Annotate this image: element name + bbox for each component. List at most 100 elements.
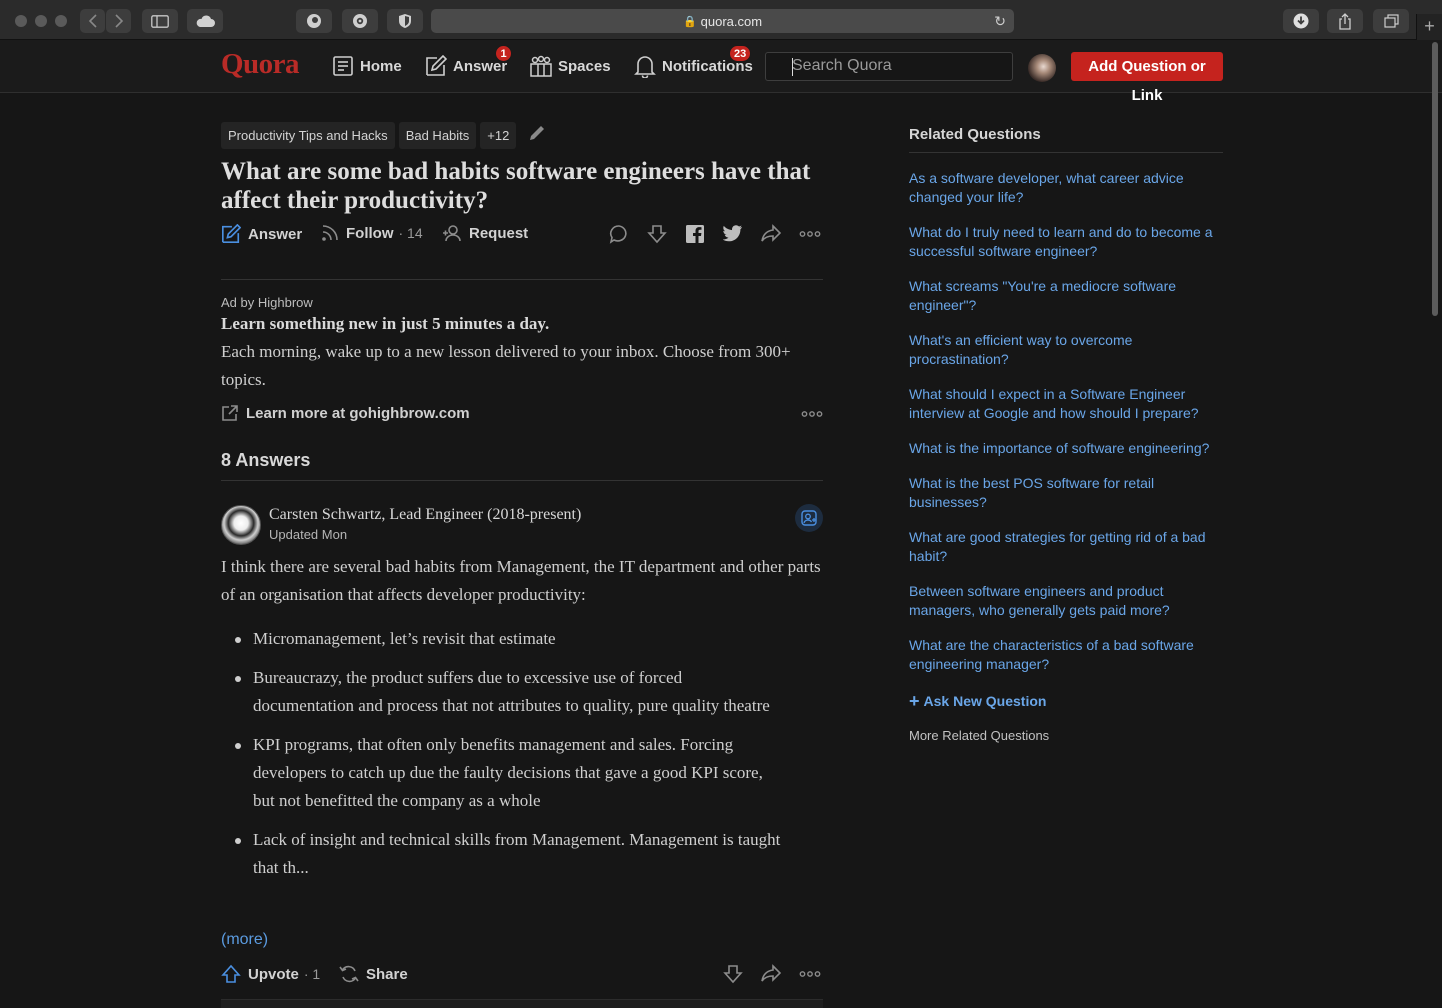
- share-label: Share: [366, 965, 408, 983]
- topic-tags: Productivity Tips and Hacks Bad Habits +…: [221, 122, 546, 149]
- downvote-icon[interactable]: [647, 224, 667, 249]
- tab-overview-button[interactable]: [1373, 9, 1409, 33]
- share-page-button[interactable]: [1327, 9, 1363, 33]
- answers-count: 8 Answers: [221, 450, 311, 470]
- back-button[interactable]: [80, 9, 105, 33]
- answer-badge: 1: [495, 45, 512, 62]
- upvote-count: · 1: [303, 966, 321, 982]
- answer-intro: I think there are several bad habits fro…: [221, 557, 821, 604]
- follow-author-button[interactable]: [795, 504, 823, 532]
- extension-button-2[interactable]: [342, 9, 378, 33]
- comment-icon[interactable]: [609, 224, 629, 249]
- upvote-icon: [221, 964, 241, 983]
- more-related-link[interactable]: More Related Questions: [909, 728, 1049, 743]
- related-question-link[interactable]: What are good strategies for getting rid…: [909, 528, 1223, 566]
- answer-pen-icon: [426, 55, 447, 76]
- notifications-badge: 23: [729, 45, 752, 62]
- address-bar[interactable]: 🔒 quora.com ↻: [431, 9, 1014, 33]
- section-divider: [221, 279, 823, 280]
- chevron-right-icon: [114, 14, 123, 28]
- nav-notifications[interactable]: Notifications 23: [634, 45, 753, 80]
- shield-icon: [399, 14, 411, 28]
- new-tab-button[interactable]: +: [1416, 14, 1442, 40]
- more-options-icon[interactable]: [799, 964, 821, 989]
- forward-button[interactable]: [106, 9, 131, 33]
- cloud-icon: [196, 15, 215, 27]
- share-arrow-icon[interactable]: [761, 224, 782, 247]
- nav-spaces-label: Spaces: [558, 57, 611, 75]
- share-button[interactable]: Share: [339, 964, 408, 984]
- related-question-link[interactable]: What is the best POS software for retail…: [909, 474, 1223, 512]
- related-question-link[interactable]: What do I truly need to learn and do to …: [909, 223, 1223, 261]
- download-icon: [1293, 13, 1309, 29]
- related-question-link[interactable]: What is the importance of software engin…: [909, 439, 1223, 458]
- share-icon: [1339, 12, 1351, 30]
- answer-date: Updated Mon: [269, 527, 348, 542]
- ad-sponsor-label: Ad by Highbrow: [221, 295, 313, 310]
- lock-icon: 🔒: [682, 15, 697, 28]
- nav-answer[interactable]: Answer 1: [425, 45, 512, 80]
- close-window-button[interactable]: [15, 15, 27, 27]
- related-question-link[interactable]: What's an efficient way to overcome proc…: [909, 331, 1223, 369]
- request-button-label: Request: [469, 224, 529, 242]
- extension-button-1[interactable]: [296, 9, 332, 33]
- icloud-tabs-button[interactable]: [187, 9, 223, 33]
- request-button[interactable]: Request: [442, 224, 528, 242]
- answer-body: I think there are several bad habits fro…: [221, 553, 821, 893]
- rss-follow-icon: [322, 225, 338, 241]
- facebook-icon[interactable]: [685, 224, 705, 249]
- topic-tag[interactable]: Bad Habits: [398, 122, 477, 149]
- page-scrollbar[interactable]: [1432, 42, 1438, 316]
- sidebar-divider: [909, 152, 1223, 153]
- quora-logo[interactable]: Quora: [221, 48, 300, 81]
- answer-pen-icon: [222, 224, 241, 243]
- ask-new-question-link[interactable]: + Ask New Question: [909, 691, 1046, 711]
- plus-icon: +: [909, 691, 920, 711]
- answer-actions: Upvote · 1 Share: [221, 964, 823, 988]
- spaces-icon: [530, 55, 552, 77]
- add-question-button[interactable]: Add Question or Link: [1071, 52, 1223, 104]
- related-question-link[interactable]: Between software engineers and product m…: [909, 582, 1223, 620]
- nav-spaces[interactable]: Spaces: [530, 52, 611, 80]
- browser-toolbar: 🔒 quora.com ↻ +: [0, 0, 1442, 40]
- ad-title[interactable]: Learn something new in just 5 minutes a …: [221, 314, 549, 334]
- related-question-link[interactable]: What screams "You're a mediocre software…: [909, 277, 1223, 315]
- ad-link[interactable]: Learn more at gohighbrow.com: [221, 404, 470, 422]
- upvote-button[interactable]: Upvote · 1: [221, 964, 320, 984]
- extension-globe-icon: [307, 14, 321, 28]
- topic-tag[interactable]: Productivity Tips and Hacks: [221, 122, 395, 149]
- related-questions-list: As a software developer, what career adv…: [909, 169, 1223, 690]
- extension-button-3[interactable]: [387, 9, 423, 33]
- sidebar-toggle-button[interactable]: [142, 9, 178, 33]
- edit-pencil-icon[interactable]: [528, 124, 546, 147]
- follow-count: · 14: [398, 225, 423, 241]
- address-url: quora.com: [700, 13, 763, 29]
- related-question-link[interactable]: As a software developer, what career adv…: [909, 169, 1223, 207]
- sidebar-icon: [151, 14, 169, 28]
- author-avatar[interactable]: [221, 505, 261, 545]
- more-options-icon[interactable]: [799, 224, 821, 249]
- read-more-link[interactable]: (more): [221, 931, 268, 949]
- zoom-window-button[interactable]: [55, 15, 67, 27]
- upvote-label: Upvote: [248, 965, 299, 983]
- minimize-window-button[interactable]: [35, 15, 47, 27]
- related-question-link[interactable]: What should I expect in a Software Engin…: [909, 385, 1223, 423]
- section-divider: [221, 480, 823, 481]
- search-input[interactable]: Search Quora: [765, 52, 1013, 81]
- share-arrow-icon[interactable]: [761, 964, 782, 987]
- nav-home[interactable]: Home: [332, 52, 402, 80]
- answer-button-label: Answer: [248, 225, 303, 243]
- user-avatar[interactable]: [1028, 54, 1056, 82]
- ad-more-options-icon[interactable]: [801, 407, 823, 426]
- author-name[interactable]: Carsten Schwartz, Lead Engineer (2018-pr…: [269, 506, 581, 524]
- related-question-link[interactable]: What are the characteristics of a bad so…: [909, 636, 1223, 674]
- list-item: Bureaucrazy, the product suffers due to …: [221, 664, 821, 720]
- topic-more-tag[interactable]: +12: [480, 122, 517, 149]
- twitter-icon[interactable]: [722, 224, 743, 247]
- question-title: What are some bad habits software engine…: [221, 158, 811, 214]
- reload-icon[interactable]: ↻: [994, 13, 1006, 30]
- follow-button[interactable]: Follow · 14: [321, 224, 423, 242]
- answer-button[interactable]: Answer: [221, 224, 302, 244]
- downloads-button[interactable]: [1283, 9, 1319, 33]
- downvote-icon[interactable]: [723, 964, 743, 989]
